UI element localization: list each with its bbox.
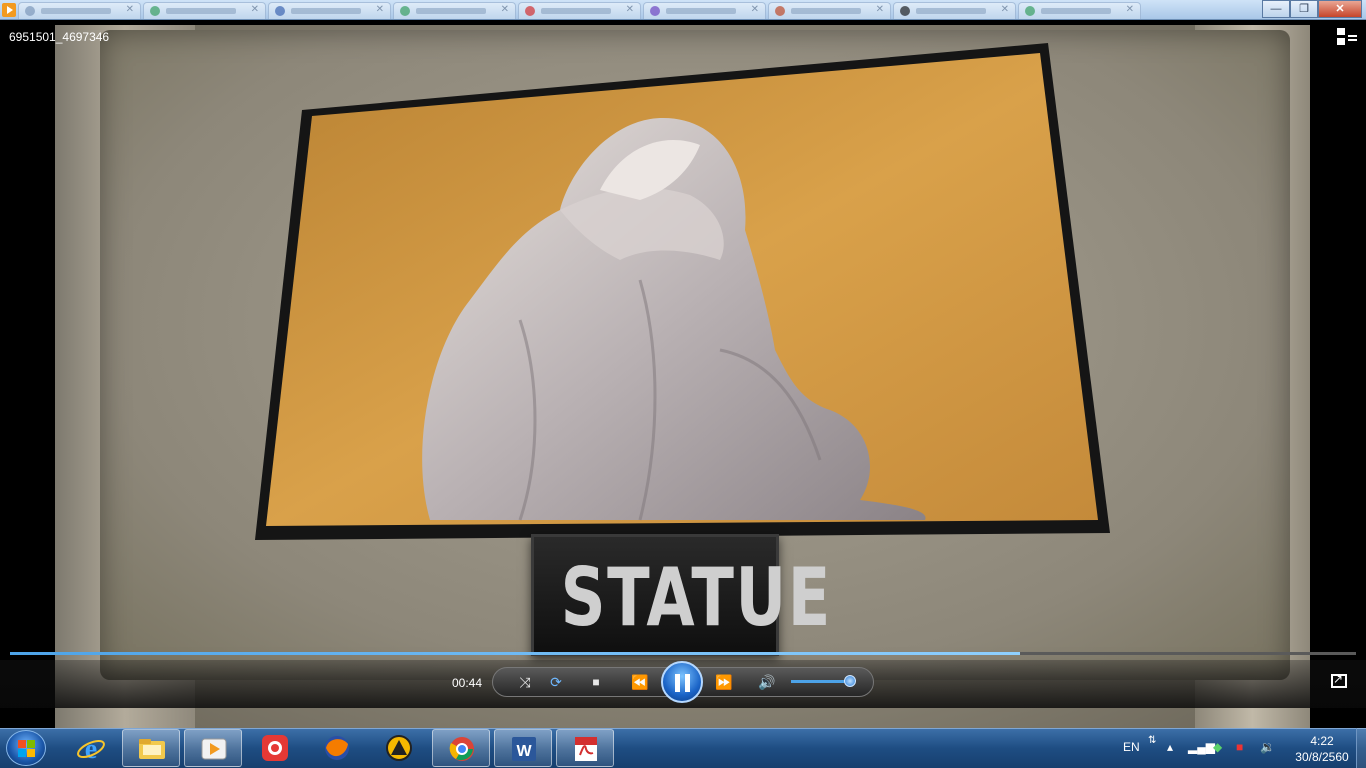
background-tab[interactable]: ✕	[393, 2, 516, 19]
taskbar-media-player[interactable]	[184, 729, 242, 767]
acrobat-icon	[575, 737, 597, 761]
background-tab[interactable]: ✕	[18, 2, 141, 19]
taskbar-firefox[interactable]	[308, 729, 366, 767]
volume-level	[791, 680, 850, 683]
volume-slider-handle[interactable]	[844, 675, 856, 687]
window-controls: — ❐ ✕	[1262, 0, 1362, 18]
seek-bar-progress	[10, 652, 1020, 655]
network-icon[interactable]: ▂▄▆	[1188, 740, 1215, 754]
start-button[interactable]	[6, 730, 46, 766]
elapsed-time: 00:44	[452, 676, 483, 690]
maximize-button[interactable]: ❐	[1290, 0, 1318, 18]
show-desktop-button[interactable]	[1356, 728, 1366, 768]
background-tab[interactable]: ✕	[268, 2, 391, 19]
background-tab[interactable]: ✕	[143, 2, 266, 19]
show-hidden-icons-icon[interactable]: ▴	[1167, 740, 1173, 754]
media-player-icon	[201, 738, 227, 760]
previous-icon[interactable]: ⏪	[626, 672, 654, 692]
language-indicator[interactable]: EN	[1123, 740, 1140, 754]
fullscreen-icon[interactable]	[1331, 672, 1347, 688]
taskbar-yellow-app[interactable]	[370, 729, 428, 767]
taskbar-chrome[interactable]	[432, 729, 490, 767]
alert-icon[interactable]: ■	[1236, 740, 1243, 754]
security-icon[interactable]: ◆	[1213, 740, 1222, 754]
shuffle-icon[interactable]: ⤨	[514, 672, 536, 692]
next-icon[interactable]: ⏩	[710, 672, 738, 692]
speaker-icon[interactable]: 🔉	[1260, 740, 1275, 754]
seek-bar[interactable]	[10, 652, 1356, 655]
internet-explorer-icon: e	[77, 734, 105, 762]
background-tab[interactable]: ✕	[768, 2, 891, 19]
clock-date: 30/8/2560	[1295, 750, 1349, 764]
video-title: 6951501_4697346	[9, 30, 110, 44]
camera-app-icon	[262, 735, 288, 761]
svg-text:W: W	[516, 743, 532, 760]
background-tabs: ✕ ✕ ✕ ✕ ✕ ✕ ✕ ✕ ✕	[18, 2, 1141, 19]
word-icon: W	[512, 737, 536, 761]
chrome-icon	[449, 737, 474, 761]
taskbar-red-app[interactable]	[246, 729, 304, 767]
plaque-text: STATUE	[560, 551, 832, 644]
triangle-app-icon	[386, 735, 412, 761]
background-tab[interactable]: ✕	[518, 2, 641, 19]
taskbar-word[interactable]: W	[494, 729, 552, 767]
clock-time: 4:22	[1310, 734, 1334, 748]
media-player-app-icon[interactable]	[2, 3, 16, 17]
window-titlebar: ✕ ✕ ✕ ✕ ✕ ✕ ✕ ✕ ✕ — ❐ ✕	[0, 0, 1366, 20]
taskbar-internet-explorer[interactable]: e	[62, 729, 120, 767]
folder-icon	[139, 739, 165, 759]
screen: ✕ ✕ ✕ ✕ ✕ ✕ ✕ ✕ ✕ — ❐ ✕ STATUE 6951501_4…	[0, 0, 1366, 768]
background-tab[interactable]: ✕	[643, 2, 766, 19]
taskbar-acrobat[interactable]	[556, 729, 614, 767]
repeat-icon[interactable]: ⟳	[545, 672, 567, 692]
pause-button[interactable]	[661, 661, 703, 703]
taskbar-file-explorer[interactable]	[122, 729, 180, 767]
switch-view-icon[interactable]	[1337, 28, 1357, 46]
firefox-icon	[325, 736, 349, 760]
svg-text:e: e	[85, 734, 97, 762]
background-tab[interactable]: ✕	[1018, 2, 1141, 19]
video-area[interactable]: STATUE 6951501_4697346	[0, 20, 1366, 728]
input-switch-icon[interactable]: ⇅	[1148, 735, 1156, 746]
stop-icon[interactable]: ■	[585, 672, 607, 692]
system-clock[interactable]: 4:22 30/8/2560	[1292, 733, 1352, 765]
minimize-button[interactable]: —	[1262, 0, 1290, 18]
background-tab[interactable]: ✕	[893, 2, 1016, 19]
close-button[interactable]: ✕	[1318, 0, 1362, 18]
volume-icon[interactable]: 🔊	[756, 672, 778, 692]
title-plaque: STATUE	[531, 534, 832, 656]
